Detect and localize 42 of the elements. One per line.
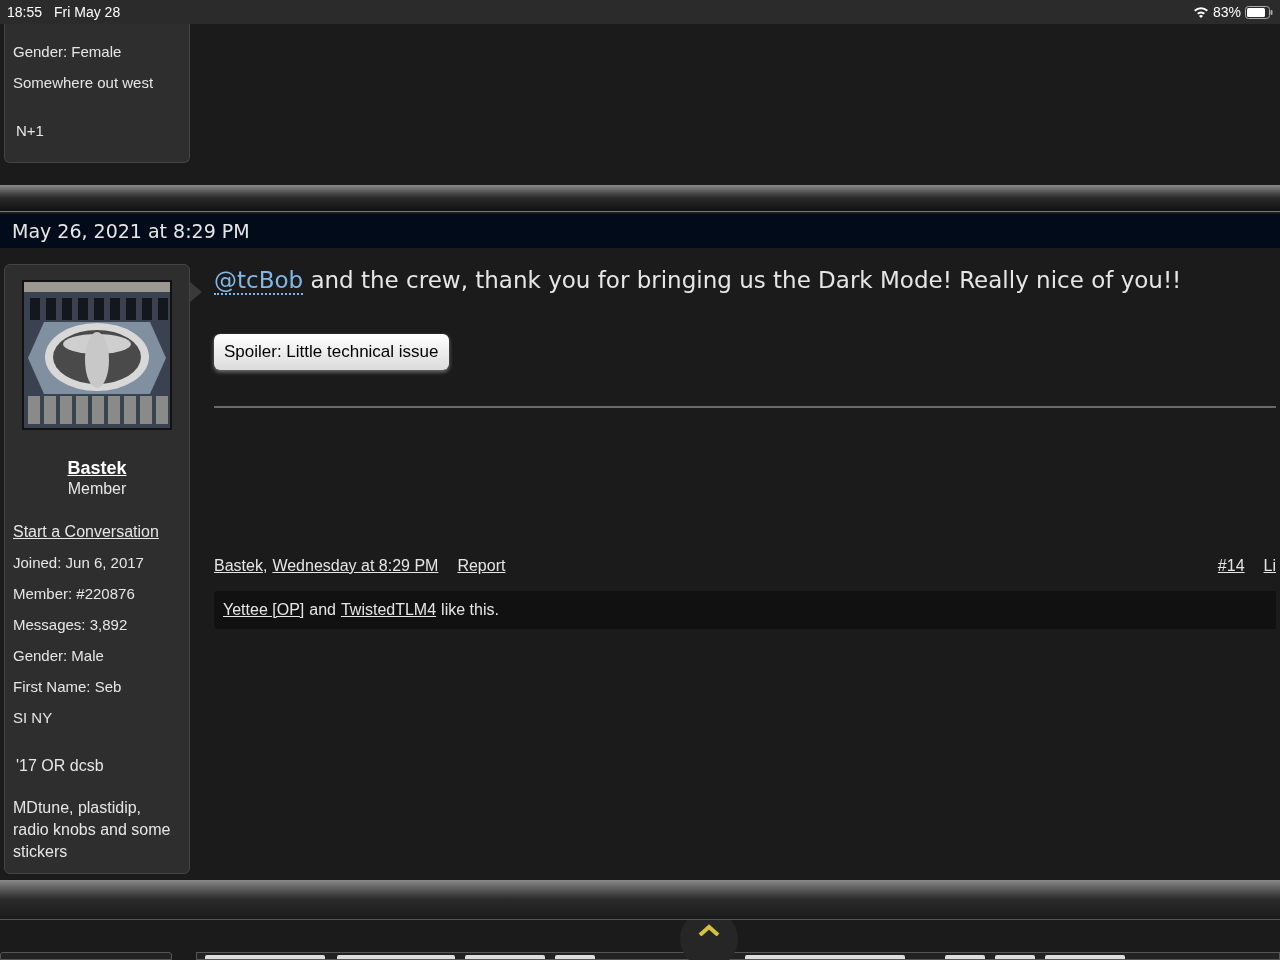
likes-suffix-text: like this. <box>441 600 499 620</box>
date: Fri May 28 <box>54 2 121 22</box>
likes-joiner-text: and <box>309 600 336 620</box>
liker-link[interactable]: TwistedTLM4 <box>340 598 437 622</box>
spoiler-button[interactable]: Spoiler: Little technical issue <box>214 334 449 370</box>
liker-link[interactable]: Yettee [OP] <box>223 598 305 622</box>
author-link[interactable]: Bastek <box>214 556 263 576</box>
mention-link[interactable]: @tcBob <box>214 267 304 295</box>
clock: 18:55 <box>7 2 43 22</box>
page-tab[interactable] <box>337 955 455 959</box>
user-info-text: Gender: Female <box>13 42 123 62</box>
user-info-text: Messages: 3,892 <box>13 615 129 635</box>
battery-percent: 83% <box>1212 2 1241 22</box>
user-role: Member <box>67 479 127 499</box>
post-time-link[interactable]: Wednesday at 8:29 PM <box>272 556 439 576</box>
user-info-text: First Name: Seb <box>13 677 123 697</box>
post-number-link[interactable]: #14 <box>1217 556 1245 576</box>
page-tab[interactable] <box>555 955 595 959</box>
report-link[interactable]: Report <box>457 556 506 576</box>
page-tab[interactable] <box>995 955 1035 959</box>
user-info-text: SI NY <box>13 708 54 728</box>
user-info-text: Somewhere out west <box>13 73 155 93</box>
signature-text: MDtune, plastidip, radio knobs and some stickers <box>13 798 172 862</box>
wifi-icon <box>1192 6 1209 18</box>
like-link[interactable]: Li <box>1263 556 1276 576</box>
post-date: May 26, 2021 at 8:29 PM <box>12 218 250 244</box>
page-tab[interactable] <box>1045 955 1125 959</box>
user-info-text: N+1 <box>16 121 45 141</box>
battery-icon <box>1245 5 1273 19</box>
start-conversation-link[interactable]: Start a Conversation <box>13 522 159 542</box>
username-link[interactable]: Bastek <box>67 457 127 479</box>
page-tab[interactable] <box>945 955 985 959</box>
chevron-up-icon <box>698 924 720 936</box>
message-text: @tcBob and the crew, thank you for bringing us the Dark Mode! Really nice of you!! <box>214 266 1183 296</box>
user-info-text: Gender: Male <box>13 646 105 666</box>
signature-text: '17 OR dcsb <box>16 756 105 776</box>
page-tab[interactable] <box>465 955 545 959</box>
user-info-text: Member: #220876 <box>13 584 136 604</box>
page-tab[interactable] <box>205 955 325 959</box>
user-info-text: Joined: Jun 6, 2017 <box>13 553 145 573</box>
separator-text: , <box>262 556 268 576</box>
page-tab[interactable] <box>745 955 905 959</box>
